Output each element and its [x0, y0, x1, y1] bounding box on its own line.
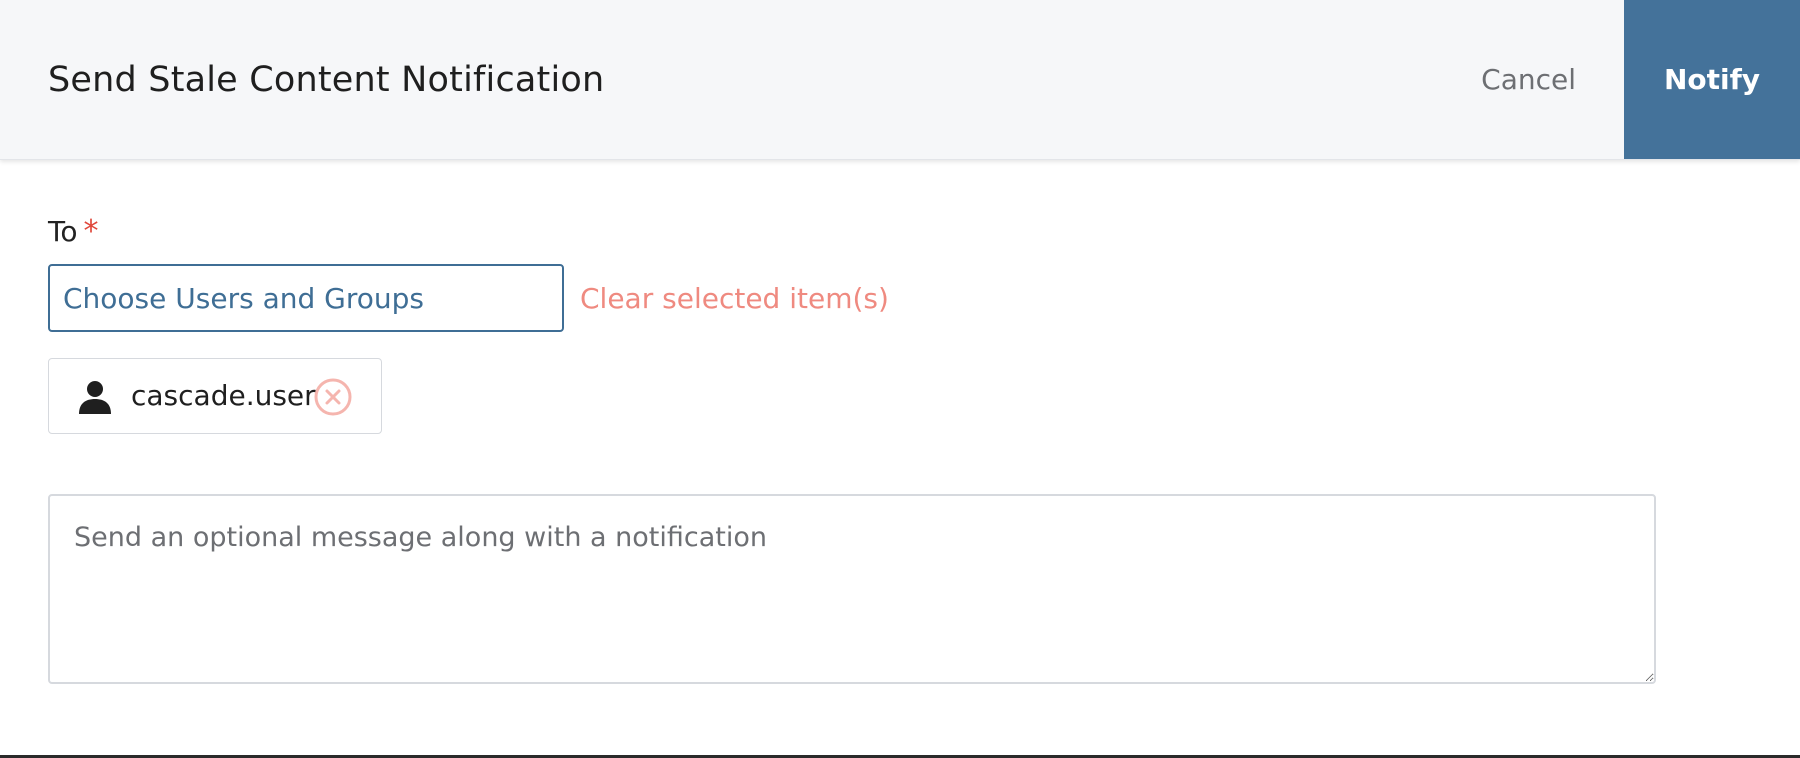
selected-user-chip: cascade.user [48, 358, 382, 434]
remove-circle-icon[interactable] [313, 377, 353, 417]
to-label-text: To [48, 215, 78, 248]
notification-dialog: Send Stale Content Notification Cancel N… [0, 0, 1800, 758]
chip-label: cascade.user [131, 379, 316, 412]
dialog-header: Send Stale Content Notification Cancel N… [0, 0, 1800, 160]
dialog-title: Send Stale Content Notification [48, 60, 605, 100]
message-textarea[interactable] [48, 494, 1656, 684]
cancel-button[interactable]: Cancel [1481, 62, 1576, 98]
clear-selected-link[interactable]: Clear selected item(s) [580, 281, 889, 317]
user-icon [79, 381, 111, 414]
choose-users-groups-button[interactable]: Choose Users and Groups [48, 264, 564, 332]
required-marker: * [83, 214, 99, 249]
to-field-label: To * [48, 214, 98, 250]
notify-button[interactable]: Notify [1624, 0, 1800, 159]
